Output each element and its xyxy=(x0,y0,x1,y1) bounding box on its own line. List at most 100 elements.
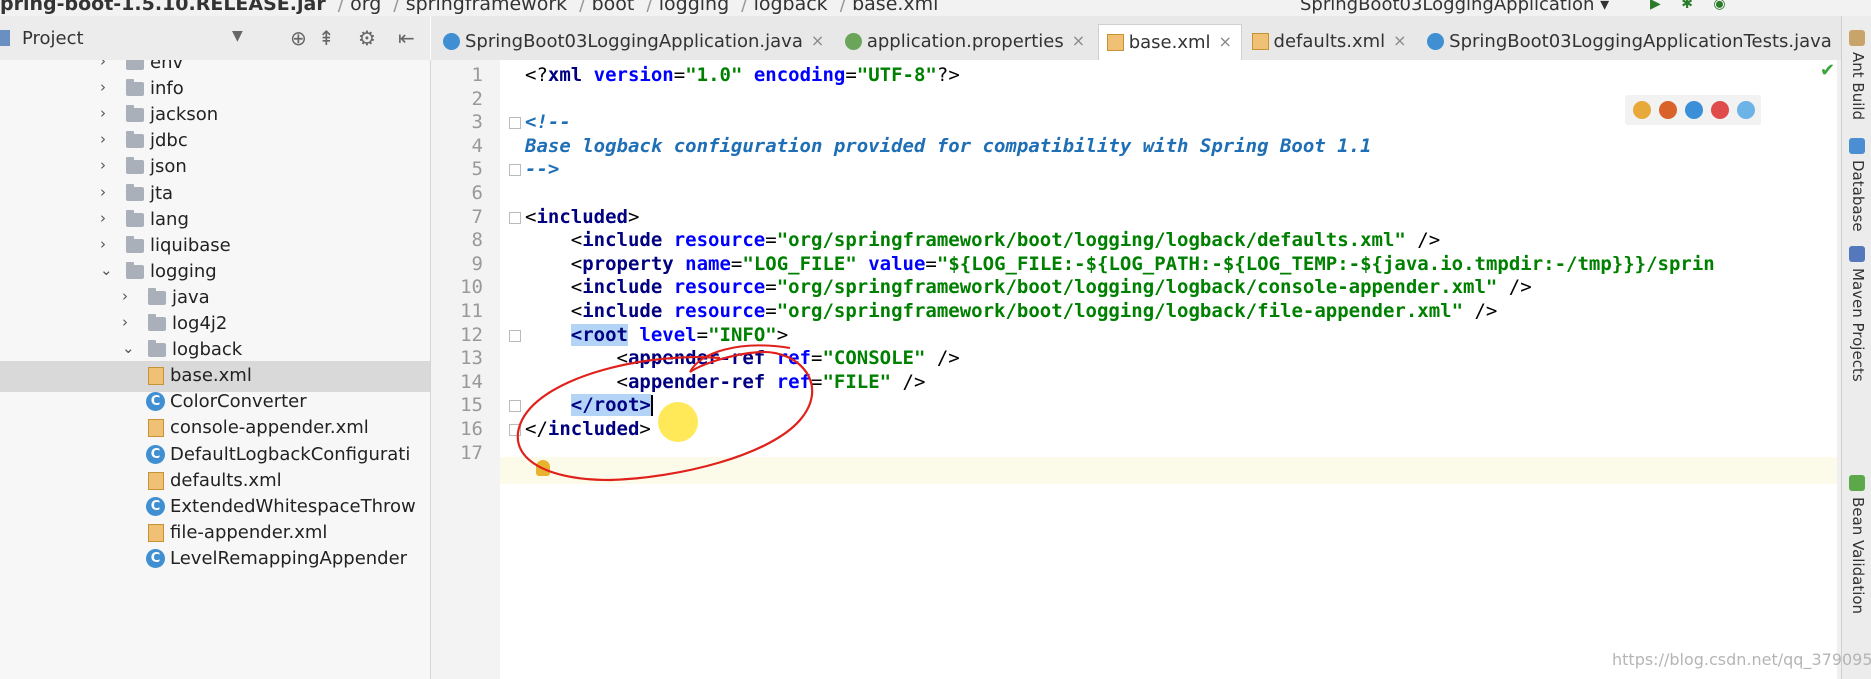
code-line: <include resource="org/springframework/b… xyxy=(525,276,1532,298)
tree-item-label: logback xyxy=(172,339,243,361)
code-token: resource xyxy=(673,229,766,252)
coverage-icon[interactable]: ◉ xyxy=(1713,0,1725,12)
chevron-right-icon[interactable]: › xyxy=(122,313,128,331)
tab-application-properties[interactable]: application.properties × xyxy=(837,24,1094,60)
code-token: /> xyxy=(1463,300,1498,322)
tree-item[interactable]: C LevelRemappingAppender xyxy=(0,544,430,575)
chevron-down-icon[interactable]: ▼ xyxy=(232,28,243,44)
java-class-icon xyxy=(1427,33,1445,50)
fold-marker-icon[interactable] xyxy=(509,164,521,177)
code-line: <include resource="org/springframework/b… xyxy=(525,229,1440,251)
fold-marker-icon[interactable] xyxy=(509,424,521,436)
fold-marker-icon[interactable] xyxy=(509,329,521,342)
ie-icon[interactable] xyxy=(1737,101,1755,119)
project-panel-title[interactable]: Project xyxy=(22,28,84,49)
code-token: value xyxy=(868,252,926,275)
code-line: </included> xyxy=(525,418,651,440)
code-token: < xyxy=(525,276,583,299)
tree-item-label: json xyxy=(150,156,187,178)
line-number: 15 xyxy=(460,394,483,417)
chevron-right-icon[interactable]: › xyxy=(100,235,106,253)
tab-defaults-xml[interactable]: defaults.xml × xyxy=(1244,24,1416,60)
xml-file-icon xyxy=(1106,34,1124,51)
code-token: = xyxy=(925,252,937,275)
tab-springboot03loggingapplicationtests-java[interactable]: SpringBoot03LoggingApplicationTests.java… xyxy=(1419,24,1841,60)
line-number: 10 xyxy=(460,276,483,299)
breadcrumb-item[interactable]: base.xml xyxy=(852,0,938,15)
fold-marker-icon[interactable] xyxy=(509,400,521,413)
folder-icon xyxy=(148,287,166,305)
code-token: < xyxy=(525,347,628,370)
code-token: encoding xyxy=(753,64,846,86)
tree-item-label: ColorConverter xyxy=(170,391,307,413)
breadcrumb-item[interactable]: logging xyxy=(659,0,729,15)
chevron-right-icon[interactable]: › xyxy=(100,104,106,122)
opera-icon[interactable] xyxy=(1711,101,1729,119)
scroll-from-source-icon[interactable]: ⊕ xyxy=(290,26,307,50)
run-configuration-select[interactable]: SpringBoot03LoggingApplication ▾ xyxy=(1300,0,1609,15)
right-tool-strip: Ant Build Database Maven Projects Bean V… xyxy=(1841,16,1871,679)
tab-springboot03loggingapplication-java[interactable]: SpringBoot03LoggingApplication.java × xyxy=(435,24,833,60)
chevron-down-icon[interactable]: ⌄ xyxy=(122,339,135,357)
breadcrumb-item[interactable]: logback xyxy=(754,0,828,15)
chevron-right-icon[interactable]: › xyxy=(100,78,106,96)
chevron-right-icon[interactable]: › xyxy=(100,130,106,148)
code-line: Base logback configuration provided for … xyxy=(525,135,1371,157)
close-icon[interactable]: × xyxy=(811,31,824,50)
code-token: "LOG_FILE" xyxy=(742,252,869,275)
breadcrumb-item[interactable]: pring-boot-1.5.10.RELEASE.jar xyxy=(0,0,326,15)
xml-file-icon xyxy=(148,367,164,386)
chrome-icon[interactable] xyxy=(1633,101,1651,119)
tab-base-xml[interactable]: base.xml × xyxy=(1097,24,1242,60)
close-icon[interactable]: × xyxy=(1219,32,1232,51)
line-number: 14 xyxy=(460,370,483,393)
code-token: < xyxy=(525,300,583,322)
folder-icon xyxy=(126,157,144,175)
xml-file-icon xyxy=(1251,33,1269,50)
folder-icon xyxy=(126,60,144,70)
maven-projects-tool-button[interactable]: Maven Projects xyxy=(1842,246,1871,382)
collapse-all-icon[interactable]: ⇞ xyxy=(318,26,335,50)
code-line: <appender-ref ref="CONSOLE" /> xyxy=(525,347,960,369)
debug-icon[interactable]: ✱ xyxy=(1681,0,1693,12)
bean-validation-tool-button[interactable]: Bean Validation xyxy=(1842,475,1871,614)
chevron-right-icon[interactable]: › xyxy=(122,287,128,305)
tree-item-label: info xyxy=(150,78,184,100)
fold-marker-icon[interactable] xyxy=(509,211,521,224)
chevron-right-icon[interactable]: › xyxy=(100,60,106,70)
line-number: 12 xyxy=(460,323,483,346)
chevron-right-icon[interactable]: › xyxy=(100,209,106,227)
line-number: 11 xyxy=(460,300,483,322)
fold-marker-icon[interactable] xyxy=(509,117,521,130)
code-token: "INFO" xyxy=(708,323,777,346)
code-token: /> xyxy=(1497,276,1532,299)
xml-file-icon xyxy=(148,523,164,542)
gear-icon[interactable]: ⚙ xyxy=(358,26,376,50)
browser-preview-icons xyxy=(1625,95,1761,125)
breadcrumb-separator: / xyxy=(337,0,345,15)
database-tool-button[interactable]: Database xyxy=(1842,138,1871,232)
intention-bulb-icon[interactable] xyxy=(536,460,550,476)
hide-panel-icon[interactable]: ⇤ xyxy=(398,26,415,50)
chevron-right-icon[interactable]: › xyxy=(100,156,106,174)
chevron-down-icon[interactable]: ⌄ xyxy=(100,261,113,279)
breadcrumb: pring-boot-1.5.10.RELEASE.jar / org / spring… xyxy=(0,0,944,15)
run-icon[interactable]: ▶ xyxy=(1650,0,1661,12)
tree-item-label: ExtendedWhitespaceThrow xyxy=(170,495,416,517)
breadcrumb-item[interactable]: boot xyxy=(592,0,635,15)
safari-icon[interactable] xyxy=(1685,101,1703,119)
breadcrumb-item[interactable]: org xyxy=(350,0,381,15)
close-icon[interactable]: × xyxy=(1072,31,1085,50)
code-token: = xyxy=(673,64,686,86)
code-token: = xyxy=(811,347,823,370)
breadcrumb-item[interactable]: springframework xyxy=(406,0,567,15)
ant-build-tool-button[interactable]: Ant Build xyxy=(1842,30,1871,120)
code-token: include xyxy=(582,276,674,299)
close-icon[interactable]: × xyxy=(1393,31,1406,50)
chevron-right-icon[interactable]: › xyxy=(100,183,106,201)
firefox-icon[interactable] xyxy=(1659,101,1677,119)
code-token: ?> xyxy=(936,64,960,86)
code-token: = xyxy=(696,323,709,346)
code-token: <!-- xyxy=(525,111,571,134)
